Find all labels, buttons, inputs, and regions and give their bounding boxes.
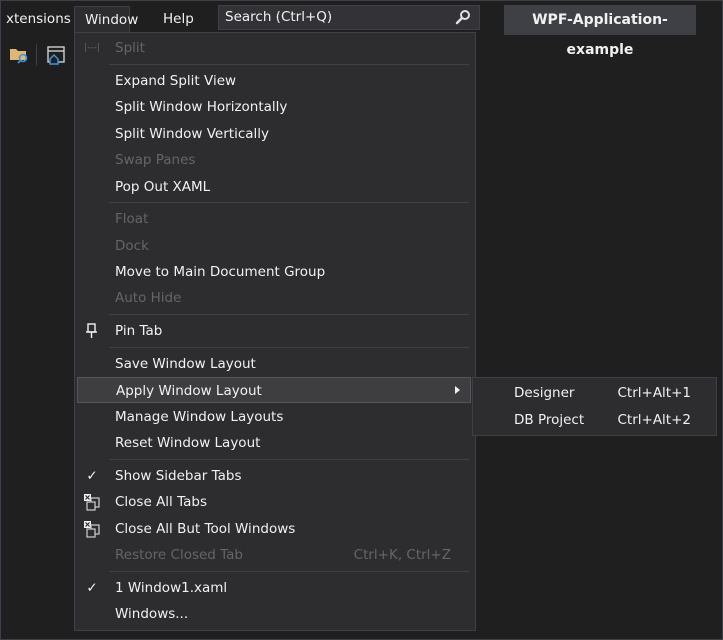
menu-item-windows[interactable]: Windows... — [75, 601, 475, 627]
menu-separator — [109, 64, 469, 65]
menu-item-float[interactable]: Float — [75, 206, 475, 232]
solution-title-badge[interactable]: WPF-Application-example — [504, 5, 696, 58]
menu-item-move-to-main-document-group[interactable]: Move to Main Document Group — [75, 259, 475, 285]
search-placeholder: Search (Ctrl+Q) — [225, 9, 333, 25]
menu-item-save-window-layout[interactable]: Save Window Layout — [75, 351, 475, 377]
shortcut-label: Ctrl+Alt+2 — [617, 412, 691, 428]
close-all-tabs-icon — [84, 494, 100, 511]
menu-item-auto-hide[interactable]: Auto Hide — [75, 285, 475, 311]
menu-item-close-all-but-tool-windows[interactable]: Close All But Tool Windows — [75, 516, 475, 542]
shortcut-label: Ctrl+Alt+1 — [617, 385, 691, 401]
menu-separator — [109, 571, 469, 572]
submenu-item-db-project[interactable]: DB Project Ctrl+Alt+2 — [473, 407, 716, 433]
menu-item-pop-out-xaml[interactable]: Pop Out XAML — [75, 174, 475, 200]
menu-item-window1-xaml[interactable]: ✓ 1 Window1.xaml — [75, 575, 475, 601]
menu-item-manage-window-layouts[interactable]: Manage Window Layouts — [75, 404, 475, 430]
menu-item-swap-panes[interactable]: Swap Panes — [75, 147, 475, 173]
menu-separator — [109, 202, 469, 203]
submenu-arrow-icon — [455, 386, 460, 394]
split-icon: |---| — [84, 43, 100, 53]
check-icon: ✓ — [86, 580, 98, 596]
menu-extensions[interactable]: xtensions — [0, 6, 81, 32]
check-icon: ✓ — [86, 468, 98, 484]
folder-search-icon[interactable] — [8, 44, 30, 66]
menu-separator — [109, 459, 469, 460]
menu-separator — [109, 314, 469, 315]
menu-help[interactable]: Help — [153, 6, 204, 32]
menu-item-reset-window-layout[interactable]: Reset Window Layout — [75, 430, 475, 456]
pin-icon — [86, 323, 97, 338]
menu-item-split-vertically[interactable]: Split Window Vertically — [75, 121, 475, 147]
menu-item-split[interactable]: |---| Split — [75, 35, 475, 61]
close-all-tabs-icon — [84, 521, 100, 538]
menu-item-restore-closed-tab[interactable]: Restore Closed Tab Ctrl+K, Ctrl+Z — [75, 542, 475, 568]
menu-item-pin-tab[interactable]: Pin Tab — [75, 318, 475, 344]
menu-separator — [109, 347, 469, 348]
home-window-icon[interactable] — [45, 44, 67, 66]
toolbar-separator — [36, 44, 37, 66]
menu-item-split-horizontally[interactable]: Split Window Horizontally — [75, 94, 475, 120]
menu-item-show-sidebar-tabs[interactable]: ✓ Show Sidebar Tabs — [75, 463, 475, 489]
menu-item-dock[interactable]: Dock — [75, 233, 475, 259]
apply-window-layout-submenu: Designer Ctrl+Alt+1 DB Project Ctrl+Alt+… — [472, 377, 717, 436]
submenu-item-designer[interactable]: Designer Ctrl+Alt+1 — [473, 380, 716, 406]
shortcut-label: Ctrl+K, Ctrl+Z — [353, 547, 451, 563]
menu-item-close-all-tabs[interactable]: Close All Tabs — [75, 489, 475, 515]
search-icon[interactable] — [455, 9, 471, 25]
menu-item-apply-window-layout[interactable]: Apply Window Layout — [77, 377, 471, 403]
search-box[interactable]: Search (Ctrl+Q) — [218, 5, 480, 30]
window-menu-dropdown: |---| Split Expand Split View Split Wind… — [74, 32, 476, 631]
menu-window[interactable]: Window — [74, 6, 138, 33]
menu-item-expand-split-view[interactable]: Expand Split View — [75, 68, 475, 94]
